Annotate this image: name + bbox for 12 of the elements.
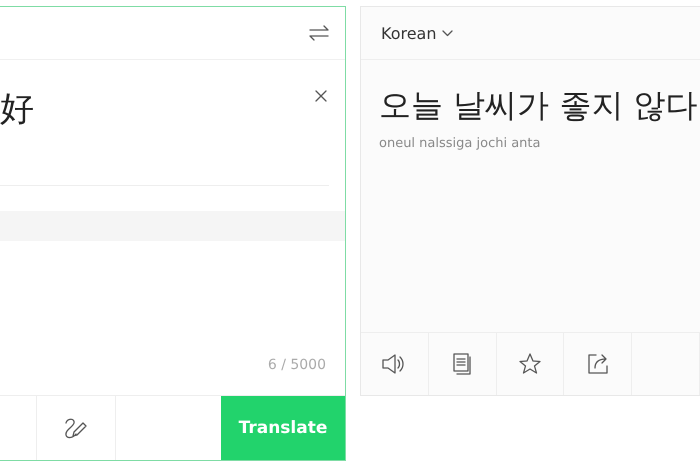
close-icon[interactable] [315,90,327,102]
copy-icon[interactable] [451,352,474,376]
source-text: 好 [0,88,34,131]
chevron-down-icon [442,30,452,36]
handwriting-icon[interactable] [63,416,89,440]
language-dropdown[interactable]: Korean [381,24,452,42]
swap-icon[interactable] [309,25,329,41]
share-icon[interactable] [586,352,610,376]
translated-text: 오늘 날씨가 좋지 않다 [379,85,698,126]
star-icon[interactable] [518,352,542,376]
romanization-text: oneul nalssiga jochi anta [379,136,540,151]
character-count: 6 / 5000 [268,357,326,373]
